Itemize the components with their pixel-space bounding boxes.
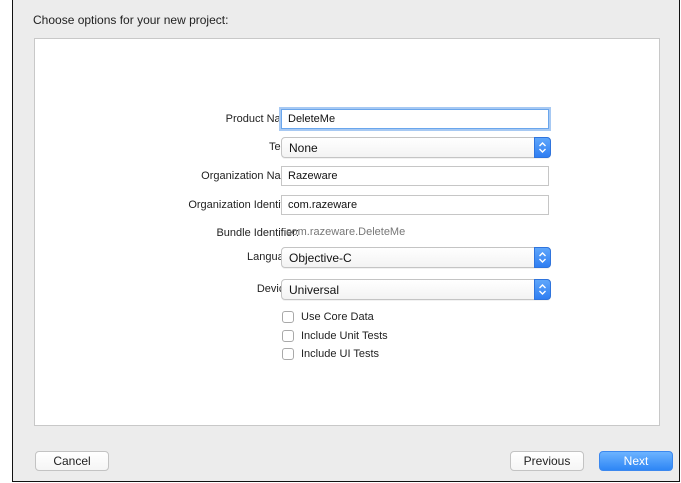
include-ui-tests-checkbox[interactable] <box>282 348 294 360</box>
use-core-data-label: Use Core Data <box>301 311 374 323</box>
include-unit-tests-checkbox[interactable] <box>282 330 294 342</box>
organization-name-row: Organization Name: Razeware <box>35 166 661 188</box>
organization-identifier-row: Organization Identifier: com.razeware <box>35 195 661 217</box>
devices-popup[interactable]: Universal <box>281 279 551 300</box>
include-unit-tests-label: Include Unit Tests <box>301 330 388 342</box>
chevron-up-down-icon <box>534 247 551 268</box>
product-name-row: Product Name: DeleteMe <box>35 109 661 131</box>
team-popup[interactable]: None <box>281 137 551 158</box>
team-value: None <box>289 141 318 155</box>
chevron-up-down-icon <box>534 137 551 158</box>
bundle-identifier-row: Bundle Identifier: com.razeware.DeleteMe <box>35 223 661 245</box>
chevron-up-down-icon <box>534 279 551 300</box>
team-row: Team: None <box>35 137 661 159</box>
language-value: Objective-C <box>289 251 352 265</box>
use-core-data-checkbox[interactable] <box>282 311 294 323</box>
devices-row: Devices: Universal <box>35 279 661 301</box>
language-row: Language: Objective-C <box>35 247 661 269</box>
include-ui-tests-label: Include UI Tests <box>301 348 380 360</box>
next-button[interactable]: Next <box>599 451 673 471</box>
new-project-sheet: Choose options for your new project: Pro… <box>12 0 680 482</box>
product-name-field[interactable]: DeleteMe <box>281 109 549 129</box>
organization-name-field[interactable]: Razeware <box>281 166 549 186</box>
cancel-button[interactable]: Cancel <box>35 451 109 471</box>
language-popup[interactable]: Objective-C <box>281 247 551 268</box>
devices-value: Universal <box>289 283 340 297</box>
organization-identifier-field[interactable]: com.razeware <box>281 195 549 215</box>
bundle-identifier-value: com.razeware.DeleteMe <box>286 226 406 238</box>
options-panel: Product Name: DeleteMe Team: None Organi… <box>34 38 660 426</box>
dialog-title: Choose options for your new project: <box>33 13 229 27</box>
previous-button[interactable]: Previous <box>510 451 584 471</box>
